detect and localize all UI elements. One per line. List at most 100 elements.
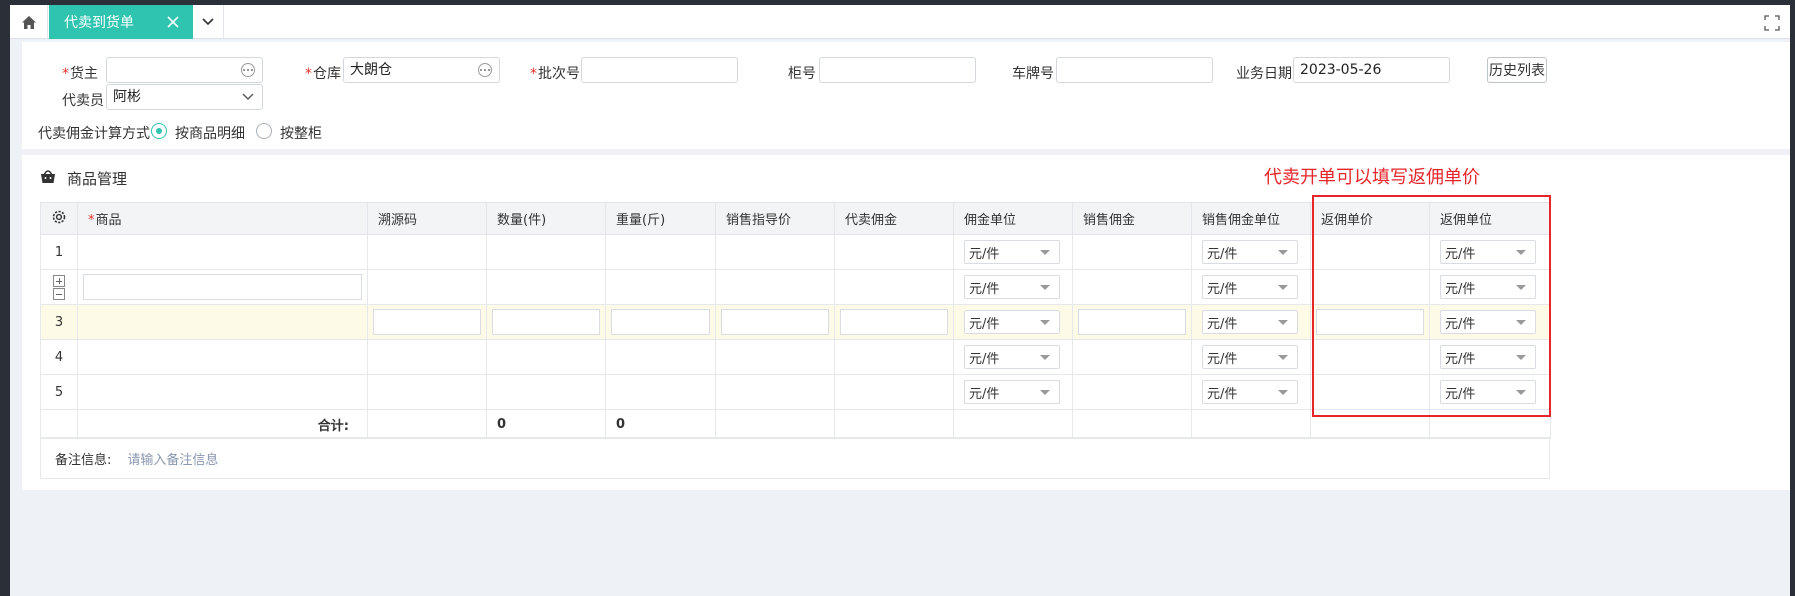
weight-input[interactable]	[611, 309, 710, 335]
cell-weight[interactable]	[605, 339, 716, 375]
cell-commission-unit[interactable]: 元/件	[953, 339, 1073, 375]
trace-code-input[interactable]	[373, 309, 481, 335]
plus-icon[interactable]	[53, 274, 65, 287]
rebate-unit-select[interactable]: 元/件	[1440, 380, 1536, 404]
minus-icon[interactable]	[53, 287, 65, 300]
cell-weight[interactable]	[605, 374, 716, 410]
cell-sales-commission-unit[interactable]: 元/件	[1191, 269, 1311, 305]
cell-commission[interactable]	[834, 269, 954, 305]
sales-commission-unit-select[interactable]: 元/件	[1202, 275, 1298, 299]
sales-commission-unit-select[interactable]: 元/件	[1202, 310, 1298, 334]
sales-commission-input[interactable]	[1078, 309, 1186, 335]
cell-goods[interactable]	[77, 269, 368, 305]
remark-input[interactable]: 请输入备注信息	[127, 449, 218, 468]
cell-rebate-price[interactable]	[1310, 374, 1430, 410]
home-button[interactable]	[10, 5, 48, 39]
table-row[interactable]: 5 元/件 元/件 元/件	[40, 374, 1551, 410]
radio-by-item[interactable]	[151, 123, 167, 139]
cell-quantity[interactable]	[486, 269, 606, 305]
cell-guide-price[interactable]	[715, 374, 835, 410]
rebate-unit-select[interactable]: 元/件	[1440, 310, 1536, 334]
cabinet-field[interactable]	[819, 57, 976, 83]
table-row[interactable]: 1 元/件 元/件 元/件	[40, 234, 1551, 270]
tab-consignment-arrival[interactable]: 代卖到货单	[49, 5, 193, 39]
rebate-unit-select[interactable]: 元/件	[1440, 275, 1536, 299]
cell-sales-commission-unit[interactable]: 元/件	[1191, 339, 1311, 375]
ellipsis-icon[interactable]	[478, 63, 492, 77]
cell-rebate-unit[interactable]: 元/件	[1429, 304, 1551, 340]
cell-guide-price[interactable]	[715, 304, 835, 340]
cell-commission[interactable]	[834, 339, 954, 375]
commission-unit-select[interactable]: 元/件	[964, 310, 1060, 334]
radio-by-cabinet[interactable]	[256, 123, 272, 139]
cell-goods[interactable]	[77, 234, 368, 270]
cell-rebate-unit[interactable]: 元/件	[1429, 234, 1551, 270]
rebate-price-input[interactable]	[1316, 309, 1424, 335]
cell-sales-commission[interactable]	[1072, 234, 1192, 270]
cell-rebate-unit[interactable]: 元/件	[1429, 339, 1551, 375]
cell-weight[interactable]	[605, 234, 716, 270]
cell-rebate-unit[interactable]: 元/件	[1429, 269, 1551, 305]
cell-guide-price[interactable]	[715, 339, 835, 375]
date-field[interactable]: 2023-05-26	[1293, 57, 1450, 83]
cell-rebate-price[interactable]	[1310, 269, 1430, 305]
cell-quantity[interactable]	[486, 304, 606, 340]
plate-field[interactable]	[1056, 57, 1213, 83]
cell-sales-commission[interactable]	[1072, 304, 1192, 340]
cell-sales-commission-unit[interactable]: 元/件	[1191, 234, 1311, 270]
commission-unit-select[interactable]: 元/件	[964, 345, 1060, 369]
cell-trace-code[interactable]	[367, 374, 487, 410]
cell-commission[interactable]	[834, 234, 954, 270]
cell-guide-price[interactable]	[715, 269, 835, 305]
table-row[interactable]: 4 元/件 元/件 元/件	[40, 339, 1551, 375]
goods-input[interactable]	[83, 274, 362, 300]
gear-icon[interactable]	[51, 209, 67, 225]
agent-select[interactable]: 阿彬	[106, 84, 263, 110]
cell-rebate-price[interactable]	[1310, 234, 1430, 270]
cell-sales-commission-unit[interactable]: 元/件	[1191, 304, 1311, 340]
owner-field[interactable]	[106, 57, 263, 83]
cell-trace-code[interactable]	[367, 339, 487, 375]
cell-commission[interactable]	[834, 304, 954, 340]
cell-trace-code[interactable]	[367, 304, 487, 340]
table-row[interactable]: 3 元/件 元/件 元/件	[40, 304, 1551, 340]
close-icon[interactable]	[165, 14, 181, 30]
quantity-input[interactable]	[492, 309, 600, 335]
warehouse-field[interactable]: 大朗仓	[343, 57, 500, 83]
commission-unit-select[interactable]: 元/件	[964, 240, 1060, 264]
fullscreen-icon[interactable]	[1764, 15, 1780, 31]
sales-commission-unit-select[interactable]: 元/件	[1202, 380, 1298, 404]
cell-sales-commission[interactable]	[1072, 269, 1192, 305]
rebate-unit-select[interactable]: 元/件	[1440, 345, 1536, 369]
tab-menu-button[interactable]	[193, 5, 224, 39]
sales-commission-unit-select[interactable]: 元/件	[1202, 345, 1298, 369]
cell-quantity[interactable]	[486, 234, 606, 270]
cell-rebate-price[interactable]	[1310, 339, 1430, 375]
batch-field[interactable]	[581, 57, 738, 83]
guide-price-input[interactable]	[721, 309, 829, 335]
cell-quantity[interactable]	[486, 374, 606, 410]
cell-goods[interactable]	[77, 374, 368, 410]
cell-goods[interactable]	[77, 304, 368, 340]
cell-sales-commission[interactable]	[1072, 374, 1192, 410]
ellipsis-icon[interactable]	[241, 63, 255, 77]
cell-rebate-price[interactable]	[1310, 304, 1430, 340]
cell-trace-code[interactable]	[367, 234, 487, 270]
cell-commission-unit[interactable]: 元/件	[953, 269, 1073, 305]
cell-weight[interactable]	[605, 269, 716, 305]
cell-sales-commission[interactable]	[1072, 339, 1192, 375]
cell-commission[interactable]	[834, 374, 954, 410]
cell-commission-unit[interactable]: 元/件	[953, 234, 1073, 270]
history-list-button[interactable]: 历史列表	[1487, 57, 1547, 83]
cell-weight[interactable]	[605, 304, 716, 340]
cell-quantity[interactable]	[486, 339, 606, 375]
cell-trace-code[interactable]	[367, 269, 487, 305]
cell-commission-unit[interactable]: 元/件	[953, 374, 1073, 410]
cell-goods[interactable]	[77, 339, 368, 375]
table-row[interactable]: 元/件 元/件 元/件	[40, 269, 1551, 305]
cell-rebate-unit[interactable]: 元/件	[1429, 374, 1551, 410]
cell-commission-unit[interactable]: 元/件	[953, 304, 1073, 340]
commission-unit-select[interactable]: 元/件	[964, 380, 1060, 404]
commission-unit-select[interactable]: 元/件	[964, 275, 1060, 299]
rebate-unit-select[interactable]: 元/件	[1440, 240, 1536, 264]
